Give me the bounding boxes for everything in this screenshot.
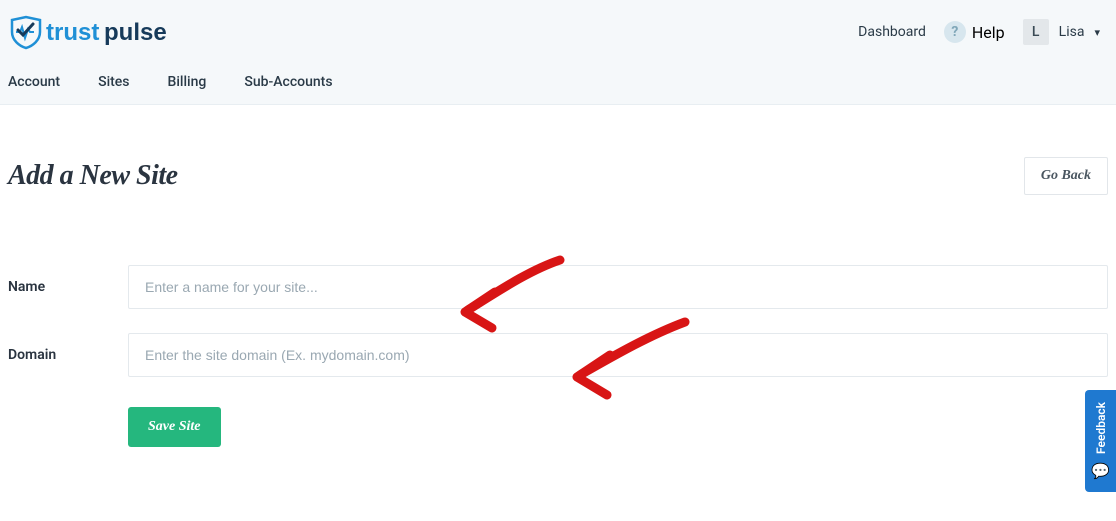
trustpulse-logo-icon: trust pulse [8,14,188,50]
chevron-down-icon: ▾ [1094,26,1100,39]
chat-icon: 💬 [1091,462,1110,480]
user-menu[interactable]: L Lisa ▾ [1023,19,1100,45]
help-label: Help [972,23,1005,42]
add-site-form: Name Domain Save Site [8,215,1108,447]
user-name: Lisa [1059,24,1085,40]
nav-tab-billing[interactable]: Billing [168,74,207,90]
dashboard-link[interactable]: Dashboard [858,24,926,40]
main-content: Add a New Site Go Back Name Domain Save … [0,105,1116,447]
feedback-tab[interactable]: Feedback 💬 [1085,390,1116,492]
domain-label: Domain [8,347,128,363]
save-site-button[interactable]: Save Site [128,407,221,447]
nav-tabs: Account Sites Billing Sub-Accounts [0,50,1116,104]
user-avatar: L [1023,19,1049,45]
brand-logo[interactable]: trust pulse [8,14,188,50]
nav-tab-sites[interactable]: Sites [98,74,129,90]
nav-tab-sub-accounts[interactable]: Sub-Accounts [244,74,332,90]
name-label: Name [8,279,128,295]
site-domain-input[interactable] [128,333,1108,377]
top-bar: trust pulse Dashboard ? Help L Lisa ▾ Ac… [0,0,1116,105]
feedback-label: Feedback [1094,402,1108,454]
nav-tab-account[interactable]: Account [8,74,60,90]
page-title: Add a New Site [8,160,178,192]
help-link[interactable]: ? Help [944,21,1005,43]
svg-text:pulse: pulse [104,19,167,46]
svg-text:trust: trust [46,19,99,46]
go-back-button[interactable]: Go Back [1024,157,1108,195]
help-icon: ? [944,21,966,43]
site-name-input[interactable] [128,265,1108,309]
